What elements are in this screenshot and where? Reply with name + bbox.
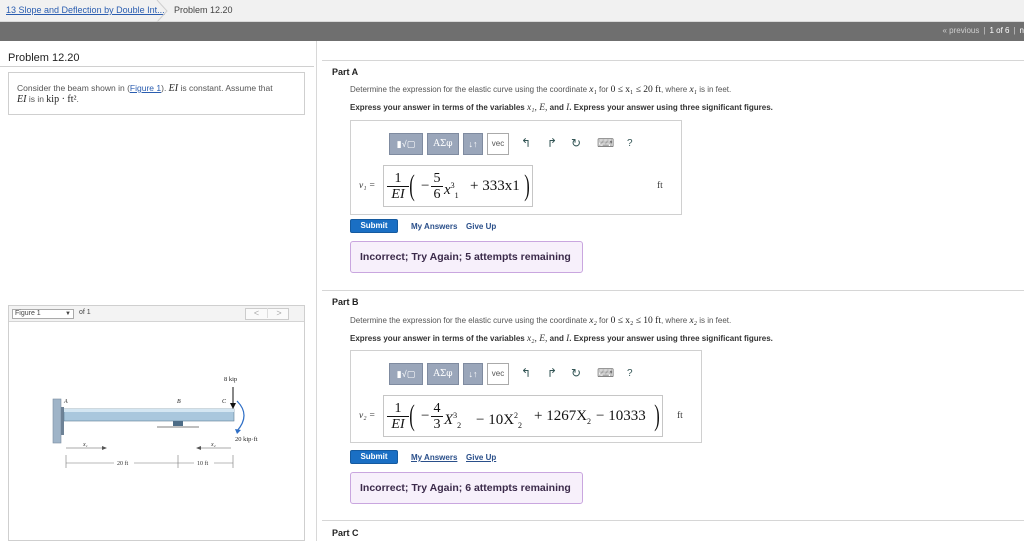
figure-panel: Figure 1 ▼ of 1 < > A B C 8 kip 20 kip·f… bbox=[8, 305, 305, 541]
part-b-divider bbox=[322, 290, 1024, 291]
label-c: C bbox=[222, 399, 227, 405]
nav-bar: « previous | 1 of 6 | n bbox=[0, 22, 1024, 41]
part-b-answer-box: ▮√▢ ΑΣφ ↓↑ vec ↰ ↱ ↻ ⌨ ? v₂ = 1 EI ( − 43… bbox=[350, 350, 702, 443]
breadcrumb-current: Problem 12.20 bbox=[174, 5, 233, 15]
divider bbox=[0, 66, 314, 67]
help-icon[interactable]: ? bbox=[627, 138, 633, 149]
roller-support bbox=[173, 421, 183, 426]
pager: « previous | 1 of 6 | n bbox=[942, 26, 1024, 35]
part-b-my-answers-link[interactable]: My Answers bbox=[411, 453, 457, 462]
vec-button[interactable]: vec bbox=[487, 133, 509, 155]
figure-next-button[interactable]: > bbox=[268, 308, 290, 318]
part-a-feedback: Incorrect; Try Again; 5 attempts remaini… bbox=[350, 241, 583, 273]
next-link[interactable]: n bbox=[1020, 26, 1024, 35]
vec-button[interactable]: vec bbox=[487, 363, 509, 385]
problem-statement: Consider the beam shown in (Figure 1). E… bbox=[8, 72, 305, 115]
part-c-divider bbox=[322, 520, 1024, 521]
undo-icon[interactable]: ↰ bbox=[521, 366, 531, 380]
keyboard-icon[interactable]: ⌨ bbox=[597, 136, 614, 150]
dimension-span1: 20 ft bbox=[117, 460, 128, 467]
part-b-toolbar: ▮√▢ ΑΣφ ↓↑ vec ↰ ↱ ↻ ⌨ ? bbox=[389, 359, 644, 389]
previous-link[interactable]: « previous bbox=[942, 26, 979, 35]
part-a-answer-box: ▮√▢ ΑΣφ ↓↑ vec ↰ ↱ ↻ ⌨ ? v₁ = 1 EI ( − 56… bbox=[350, 120, 682, 215]
part-a-instructions: Express your answer in terms of the vari… bbox=[350, 103, 773, 113]
beam-diagram: A B C 8 kip 20 kip·ft x₁ x₂ 20 ft 10 ft bbox=[52, 376, 258, 468]
figure-prev-button[interactable]: < bbox=[246, 308, 268, 318]
arrows-button[interactable]: ↓↑ bbox=[463, 363, 483, 385]
part-b-instructions: Express your answer in terms of the vari… bbox=[350, 334, 773, 344]
page-count: 1 of 6 bbox=[989, 26, 1010, 35]
label-load: 8 kip bbox=[224, 376, 237, 383]
undo-icon[interactable]: ↰ bbox=[521, 136, 531, 150]
figure-count: of 1 bbox=[79, 309, 91, 316]
moment-arrow bbox=[236, 400, 245, 432]
part-b-label: Part B bbox=[332, 297, 359, 307]
label-b: B bbox=[177, 399, 181, 405]
templates-button[interactable]: ▮√▢ bbox=[389, 133, 423, 155]
part-a-give-up-link[interactable]: Give Up bbox=[466, 222, 496, 231]
symbols-button[interactable]: ΑΣφ bbox=[427, 363, 459, 385]
part-b-feedback: Incorrect; Try Again; 6 attempts remaini… bbox=[350, 472, 583, 504]
part-b-give-up-link[interactable]: Give Up bbox=[466, 453, 496, 462]
label-moment: 20 kip·ft bbox=[235, 436, 258, 443]
figure-image: A B C 8 kip 20 kip·ft x₁ x₂ 20 ft 10 ft bbox=[9, 323, 304, 540]
problem-title: Problem 12.20 bbox=[8, 52, 80, 64]
keyboard-icon[interactable]: ⌨ bbox=[597, 366, 614, 380]
chevron-down-icon: ▼ bbox=[65, 311, 71, 317]
symbols-button[interactable]: ΑΣφ bbox=[427, 133, 459, 155]
fixed-wall bbox=[52, 398, 62, 444]
arrows-button[interactable]: ↓↑ bbox=[463, 133, 483, 155]
part-a-my-answers-link[interactable]: My Answers bbox=[411, 222, 457, 231]
figure-select[interactable]: Figure 1 ▼ bbox=[12, 309, 74, 319]
figure-nav: < > bbox=[245, 308, 289, 320]
part-a-label: Part A bbox=[332, 67, 359, 77]
label-x2: x₂ bbox=[210, 442, 216, 448]
part-a-toolbar: ▮√▢ ΑΣφ ↓↑ vec ↰ ↱ ↻ ⌨ ? bbox=[389, 129, 644, 159]
part-b-prompt: Determine the expression for the elastic… bbox=[350, 316, 732, 326]
part-a-submit-button[interactable]: Submit bbox=[350, 219, 398, 233]
reset-icon[interactable]: ↻ bbox=[571, 366, 581, 380]
breadcrumb: 13 Slope and Deflection by Double Int...… bbox=[0, 0, 1024, 22]
redo-icon[interactable]: ↱ bbox=[547, 136, 557, 150]
label-x1: x₁ bbox=[82, 442, 88, 448]
part-a-answer-input[interactable]: 1 EI ( − 56 x31 + 333x1 ) bbox=[383, 165, 533, 207]
label-a: A bbox=[63, 399, 68, 405]
breadcrumb-separator-icon bbox=[156, 0, 168, 22]
part-b-submit-button[interactable]: Submit bbox=[350, 450, 398, 464]
breadcrumb-assignment-link[interactable]: 13 Slope and Deflection by Double Int... bbox=[6, 5, 165, 15]
reset-icon[interactable]: ↻ bbox=[571, 136, 581, 150]
redo-icon[interactable]: ↱ bbox=[547, 366, 557, 380]
part-a-prompt: Determine the expression for the elastic… bbox=[350, 85, 732, 95]
figure-link[interactable]: Figure 1 bbox=[130, 83, 161, 93]
help-icon[interactable]: ? bbox=[627, 368, 633, 379]
dimension-span2: 10 ft bbox=[197, 460, 208, 467]
part-b-unit: ft bbox=[677, 411, 683, 421]
part-a-answer-label: v₁ = bbox=[359, 181, 376, 191]
column-divider bbox=[316, 41, 317, 541]
part-b-answer-input[interactable]: 1 EI ( − 43 X32 − 10X22 + 1267X2 − 10333 … bbox=[383, 395, 663, 437]
part-a-divider bbox=[322, 60, 1024, 61]
part-c-label: Part C bbox=[332, 528, 359, 538]
part-a-unit: ft bbox=[657, 181, 663, 191]
figure-header: Figure 1 ▼ of 1 < > bbox=[9, 306, 304, 322]
templates-button[interactable]: ▮√▢ bbox=[389, 363, 423, 385]
part-b-answer-label: v₂ = bbox=[359, 411, 376, 421]
